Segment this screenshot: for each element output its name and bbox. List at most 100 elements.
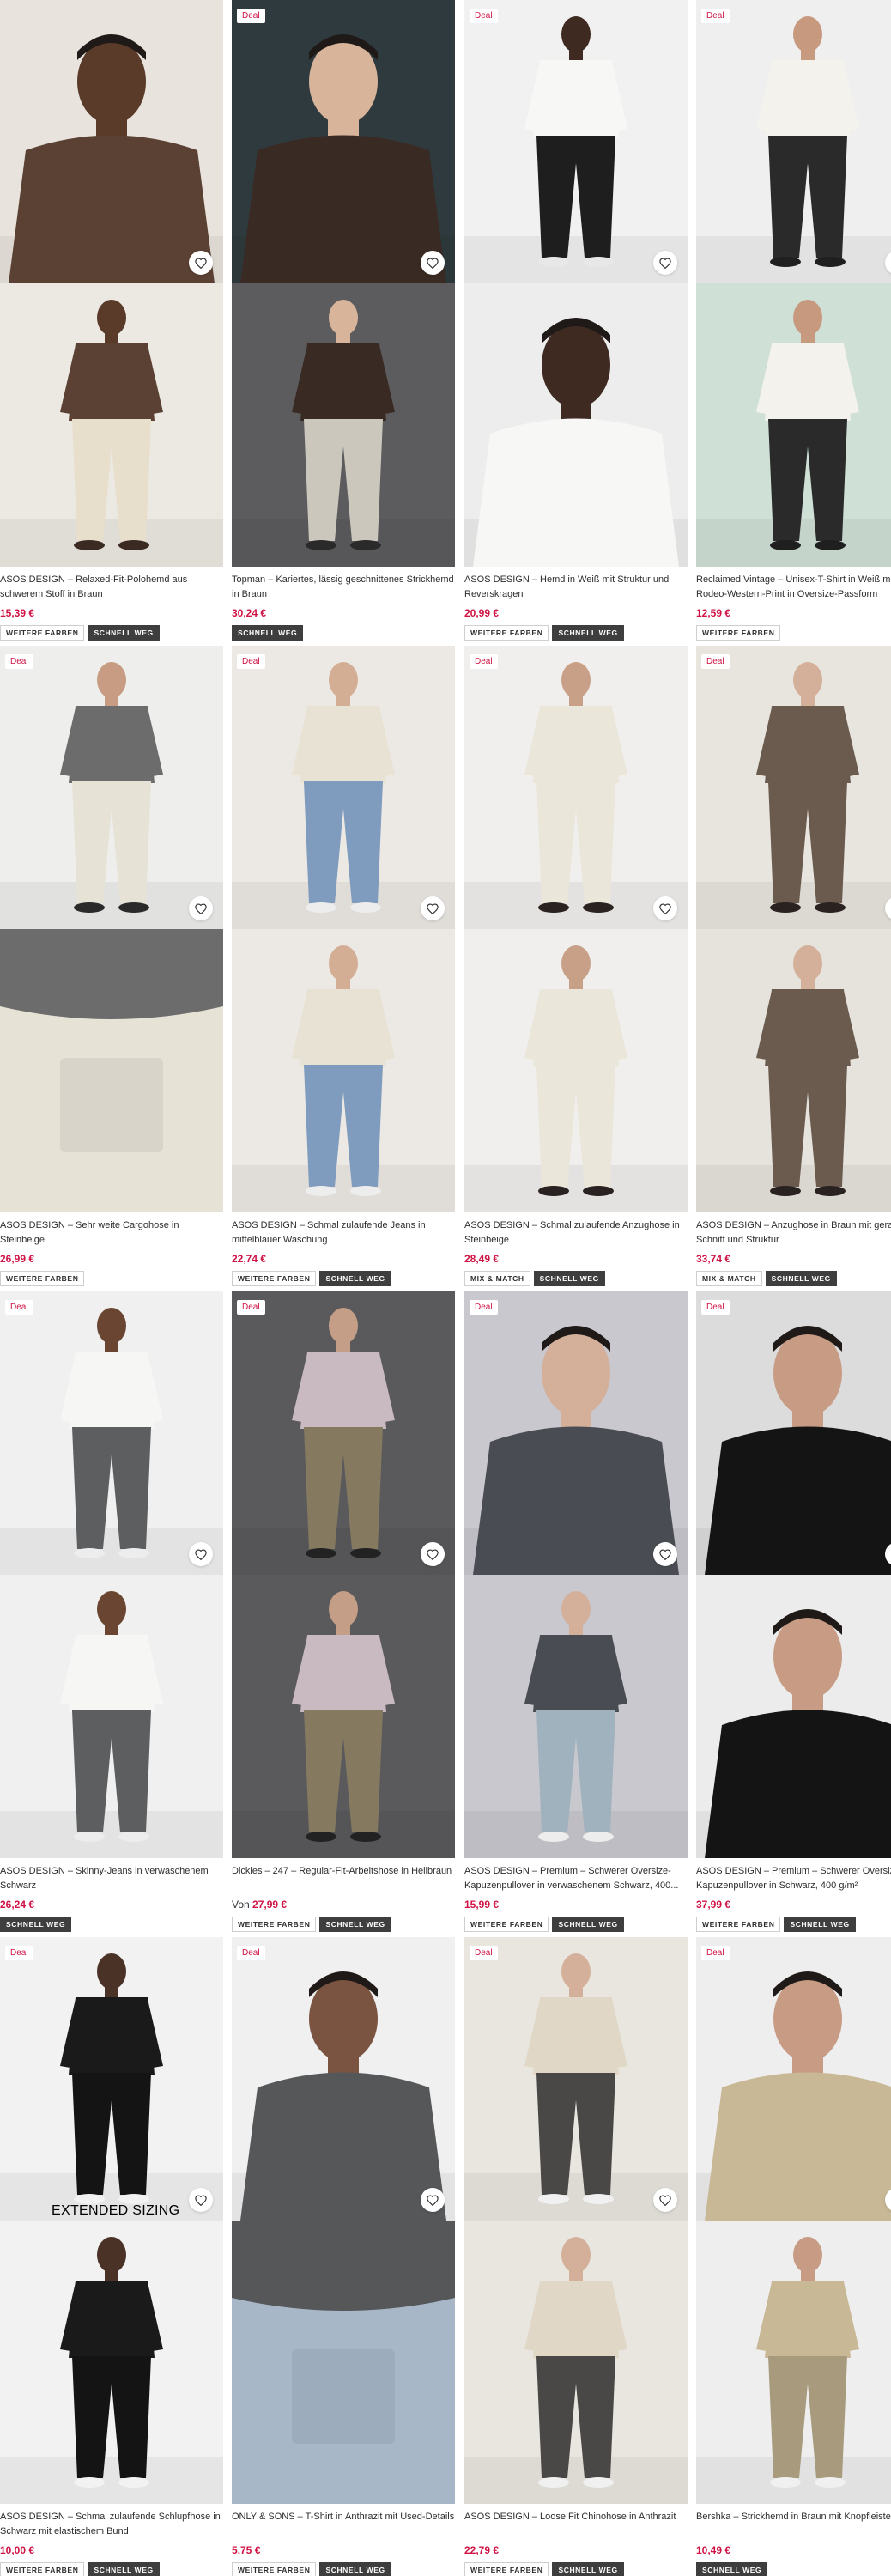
product-badges: MIX & MATCH SCHNELL WEG [464, 1271, 688, 1286]
product-image [464, 0, 688, 283]
product-media[interactable]: Deal [696, 646, 891, 1212]
product-title[interactable]: ASOS DESIGN – Sehr weite Cargohose in St… [0, 1218, 223, 1248]
product-media[interactable]: Deal [232, 646, 455, 1212]
product-card[interactable]: Deal ASOS DESIGN – Schmal zulaufende Jean… [232, 646, 455, 1286]
product-card[interactable]: ASOS DESIGN – Relaxed-Fit-Polohemd aus s… [0, 0, 223, 641]
product-media[interactable]: Deal [464, 0, 688, 567]
product-price: 30,24 € [232, 607, 455, 621]
heart-icon [195, 902, 207, 914]
price-value: 12,59 € [696, 607, 731, 619]
product-card[interactable]: Deal ASOS DESIGN – Loose Fit Chinohose in… [464, 1937, 688, 2576]
product-price: 15,99 € [464, 1899, 688, 1912]
price-value: 28,49 € [464, 1253, 500, 1265]
deal-badge: Deal [701, 1946, 730, 1960]
product-badge: SCHNELL WEG [319, 1917, 391, 1932]
product-badge: SCHNELL WEG [552, 2562, 624, 2576]
save-for-later-button[interactable] [421, 251, 445, 275]
deal-badge: Deal [237, 9, 265, 23]
product-title[interactable]: ASOS DESIGN – Schmal zulaufende Anzughos… [464, 1218, 688, 1248]
product-badges: WEITERE FARBEN SCHNELL WEG [464, 2562, 688, 2576]
product-info: ASOS DESIGN – Loose Fit Chinohose in Ant… [464, 2504, 688, 2576]
save-for-later-button[interactable] [653, 2188, 677, 2212]
product-media[interactable]: Deal [232, 1291, 455, 1858]
deal-badge: Deal [237, 654, 265, 669]
save-for-later-button[interactable] [189, 896, 213, 920]
product-media[interactable]: Deal [696, 1291, 891, 1858]
product-title[interactable]: ASOS DESIGN – Skinny-Jeans in verwaschen… [0, 1864, 223, 1893]
product-badges: SCHNELL WEG [696, 2562, 891, 2576]
heart-icon [195, 1548, 207, 1560]
product-info: ASOS DESIGN – Skinny-Jeans in verwaschen… [0, 1858, 223, 1932]
product-badges: WEITERE FARBEN SCHNELL WEG [464, 625, 688, 641]
product-card[interactable]: Deal Bershka – Strickhemd in Braun mit Kn… [696, 1937, 891, 2576]
product-image [696, 0, 891, 283]
save-for-later-button[interactable] [421, 1542, 445, 1566]
product-card[interactable]: Deal Dickies – 247 – Regular-Fit-Arbeitsh… [232, 1291, 455, 1932]
product-price: 33,74 € [696, 1253, 891, 1267]
product-title[interactable]: ONLY & SONS – T-Shirt in Anthrazit mit U… [232, 2510, 455, 2539]
product-image [696, 1291, 891, 1575]
save-for-later-button[interactable] [189, 1542, 213, 1566]
product-badge: SCHNELL WEG [232, 625, 304, 641]
product-card[interactable]: Deal ASOS DESIGN – Hemd in Weiß mit Struk… [464, 0, 688, 641]
product-title[interactable]: ASOS DESIGN – Hemd in Weiß mit Struktur … [464, 573, 688, 602]
product-title[interactable]: ASOS DESIGN – Schmal zulaufende Schlupfh… [0, 2510, 223, 2539]
deal-badge: Deal [701, 654, 730, 669]
product-media[interactable]: Deal [232, 0, 455, 567]
product-media[interactable]: Deal [464, 646, 688, 1212]
product-card[interactable]: Deal ASOS DESIGN – Schmal zulaufende Anzu… [464, 646, 688, 1286]
product-title[interactable]: Reclaimed Vintage – Unisex-T-Shirt in We… [696, 573, 891, 602]
heart-icon [427, 257, 439, 269]
product-title[interactable]: ASOS DESIGN – Loose Fit Chinohose in Ant… [464, 2510, 688, 2539]
product-card[interactable]: Deal ONLY & SONS – T-Shirt in Anthrazit m… [232, 1937, 455, 2576]
product-media[interactable]: Deal [464, 1291, 688, 1858]
product-media[interactable]: Deal [0, 646, 223, 1212]
product-image-alt [696, 2221, 891, 2504]
save-for-later-button[interactable] [189, 2188, 213, 2212]
product-title[interactable]: Dickies – 247 – Regular-Fit-Arbeitshose … [232, 1864, 455, 1893]
save-for-later-button[interactable] [653, 251, 677, 275]
product-title[interactable]: Bershka – Strickhemd in Braun mit Knopfl… [696, 2510, 891, 2539]
product-badge: WEITERE FARBEN [464, 625, 549, 641]
product-media[interactable]: Deal [696, 1937, 891, 2504]
product-title[interactable]: ASOS DESIGN – Premium – Schwerer Oversiz… [696, 1864, 891, 1893]
product-card[interactable]: Deal ASOS DESIGN – Premium – Schwerer Ove… [464, 1291, 688, 1932]
product-media[interactable] [0, 0, 223, 567]
price-value: 10,49 € [696, 2544, 731, 2556]
product-card[interactable]: Deal EXTENDED SIZING ASOS DESIGN – Schmal … [0, 1937, 223, 2576]
save-for-later-button[interactable] [189, 251, 213, 275]
price-value: 22,79 € [464, 2544, 500, 2556]
save-for-later-button[interactable] [653, 1542, 677, 1566]
product-badge: WEITERE FARBEN [464, 1917, 549, 1932]
product-media[interactable]: Deal [464, 1937, 688, 2504]
product-card[interactable]: Deal ASOS DESIGN – Sehr weite Cargohose i… [0, 646, 223, 1286]
product-price: 28,49 € [464, 1253, 688, 1267]
product-media[interactable]: Deal EXTENDED SIZING [0, 1937, 223, 2504]
product-media[interactable]: Deal [232, 1937, 455, 2504]
deal-badge: Deal [470, 1300, 498, 1315]
product-price: 37,99 € [696, 1899, 891, 1912]
heart-icon [659, 257, 671, 269]
product-badges: WEITERE FARBEN [0, 1271, 223, 1286]
product-badge: SCHNELL WEG [0, 1917, 72, 1932]
product-image [464, 1291, 688, 1575]
product-media[interactable]: Deal [0, 1291, 223, 1858]
product-media[interactable]: Deal [696, 0, 891, 567]
save-for-later-button[interactable] [421, 896, 445, 920]
product-card[interactable]: Deal ASOS DESIGN – Anzughose in Braun mit… [696, 646, 891, 1286]
product-badge: WEITERE FARBEN [0, 625, 85, 641]
product-title[interactable]: ASOS DESIGN – Anzughose in Braun mit ger… [696, 1218, 891, 1248]
product-title[interactable]: ASOS DESIGN – Premium – Schwerer Oversiz… [464, 1864, 688, 1893]
product-card[interactable]: Deal ASOS DESIGN – Premium – Schwerer Ove… [696, 1291, 891, 1932]
product-badge: SCHNELL WEG [319, 1271, 391, 1286]
product-title[interactable]: ASOS DESIGN – Relaxed-Fit-Polohemd aus s… [0, 573, 223, 602]
product-card[interactable]: Deal Reclaimed Vintage – Unisex-T-Shirt i… [696, 0, 891, 641]
product-card[interactable]: Deal Topman – Kariertes, lässig geschnitt… [232, 0, 455, 641]
product-card[interactable]: Deal ASOS DESIGN – Skinny-Jeans in verwas… [0, 1291, 223, 1932]
deal-badge: Deal [237, 1946, 265, 1960]
product-info: ASOS DESIGN – Schmal zulaufende Schlupfh… [0, 2504, 223, 2576]
product-title[interactable]: ASOS DESIGN – Schmal zulaufende Jeans in… [232, 1218, 455, 1248]
product-title[interactable]: Topman – Kariertes, lässig geschnittenes… [232, 573, 455, 602]
save-for-later-button[interactable] [653, 896, 677, 920]
save-for-later-button[interactable] [421, 2188, 445, 2212]
